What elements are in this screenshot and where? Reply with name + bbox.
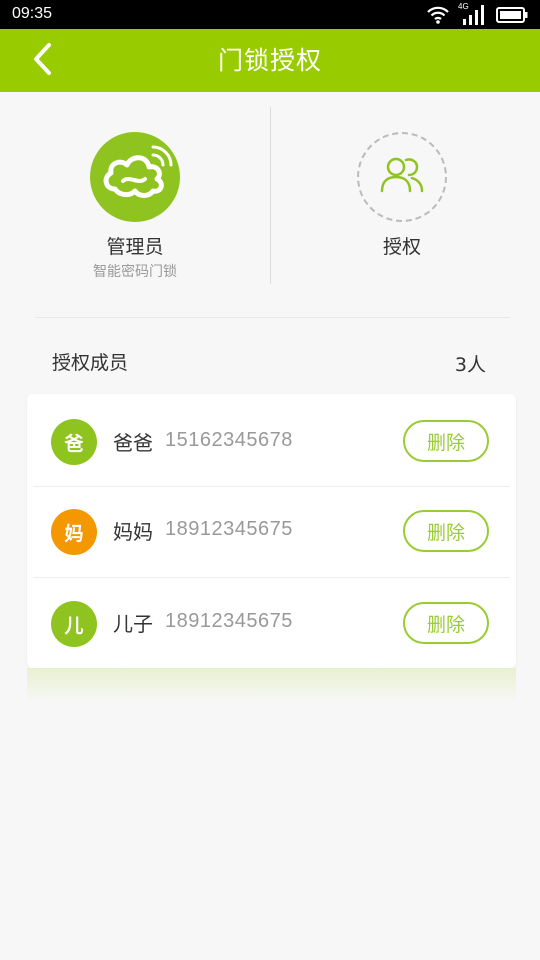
status-icons: 4G (426, 2, 528, 26)
member-avatar: 爸 (51, 419, 97, 465)
header-bar: 门锁授权 (0, 29, 540, 92)
member-name: 爸爸 (113, 431, 153, 455)
users-icon (378, 153, 426, 201)
member-row: 儿 儿子 18912345675 删除 (27, 577, 516, 668)
card-shadow (27, 668, 516, 702)
delete-button[interactable]: 删除 (403, 510, 489, 552)
member-row: 妈 妈妈 18912345675 删除 (27, 486, 516, 577)
admin-label: 管理员 (106, 236, 164, 258)
admin-block: 管理员 智能密码门锁 (70, 132, 200, 281)
member-name: 儿子 (113, 612, 153, 636)
admin-subtitle: 智能密码门锁 (93, 264, 177, 280)
top-panel: 管理员 智能密码门锁 授权 (0, 92, 540, 292)
member-name: 妈妈 (113, 520, 153, 544)
section-divider (35, 317, 510, 318)
members-title: 授权成员 (52, 352, 129, 374)
members-list: 爸 爸爸 15162345678 删除 妈 妈妈 18912345675 删除 … (27, 394, 516, 668)
member-row: 爸 爸爸 15162345678 删除 (27, 394, 516, 485)
wifi-icon (426, 6, 450, 24)
status-bar: 09:35 4G (0, 0, 540, 29)
authorize-button[interactable]: 授权 (337, 132, 467, 259)
status-time: 09:35 (12, 5, 53, 22)
member-phone: 15162345678 (165, 429, 293, 451)
member-avatar: 妈 (51, 509, 97, 555)
authorize-label: 授权 (382, 236, 421, 258)
member-avatar: 儿 (51, 601, 97, 647)
battery-icon (496, 6, 528, 24)
delete-button[interactable]: 删除 (403, 420, 489, 462)
delete-button[interactable]: 删除 (403, 602, 489, 644)
signal-icon: 4G (458, 2, 486, 25)
member-phone: 18912345675 (165, 518, 293, 540)
vertical-divider (270, 107, 271, 284)
network-type: 4G (458, 2, 469, 11)
cloud-wifi-logo (90, 132, 180, 222)
members-count: 3人 (454, 354, 486, 376)
authorize-circle[interactable] (357, 132, 447, 222)
page-title: 门锁授权 (217, 46, 322, 75)
member-phone: 18912345675 (165, 610, 293, 632)
